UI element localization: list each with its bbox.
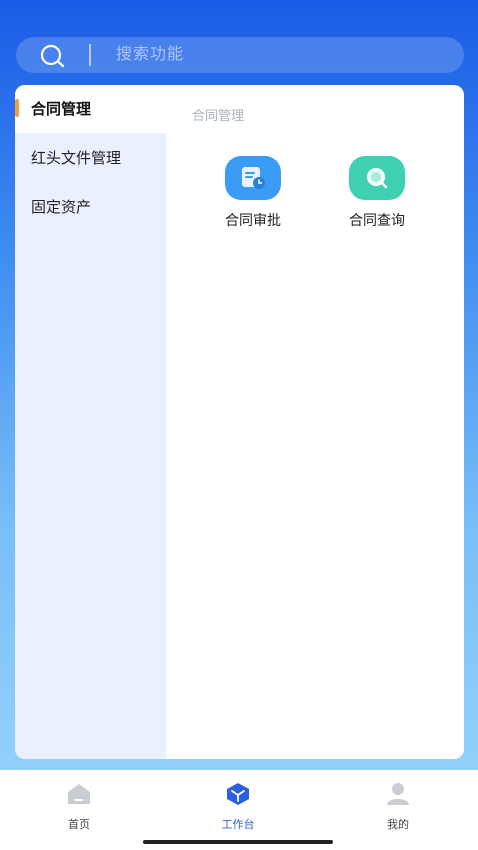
sidebar-item-label: 固定资产 (31, 198, 92, 216)
bottom-tabbar: 首页 工作台 我的 (0, 770, 478, 850)
home-indicator[interactable] (143, 840, 333, 844)
tab-label: 我的 (387, 818, 409, 831)
tab-label: 首页 (68, 818, 90, 831)
document-clock-icon (225, 156, 281, 200)
search-bar[interactable] (16, 37, 464, 73)
content-card: 合同管理 红头文件管理 固定资产 合同管理 合同审批 合同查询 (15, 85, 464, 759)
user-icon (387, 783, 409, 805)
app-label: 合同查询 (349, 213, 405, 229)
magnifier-icon (349, 156, 405, 200)
sidebar-item-red-header-docs[interactable]: 红头文件管理 (15, 134, 166, 182)
app-contract-approval[interactable]: 合同审批 (203, 156, 303, 236)
tab-mine[interactable]: 我的 (358, 782, 438, 832)
home-icon (68, 784, 90, 804)
search-icon[interactable] (40, 44, 66, 68)
sidebar-item-label: 合同管理 (31, 100, 92, 118)
sidebar-item-label: 红头文件管理 (31, 149, 122, 167)
cube-icon (227, 783, 249, 805)
tab-workbench[interactable]: 工作台 (198, 782, 278, 832)
app-label: 合同审批 (225, 213, 281, 229)
active-indicator (15, 99, 19, 117)
category-sidebar: 合同管理 红头文件管理 固定资产 (15, 85, 166, 759)
app-contract-query[interactable]: 合同查询 (327, 156, 427, 236)
tab-home[interactable]: 首页 (39, 782, 119, 832)
tab-label: 工作台 (221, 818, 255, 831)
search-input[interactable]: 搜索功能 (116, 44, 184, 64)
section-title: 合同管理 (192, 109, 245, 124)
sidebar-item-contract-management[interactable]: 合同管理 (15, 85, 166, 133)
search-divider (89, 44, 91, 66)
sidebar-item-fixed-assets[interactable]: 固定资产 (15, 183, 166, 231)
